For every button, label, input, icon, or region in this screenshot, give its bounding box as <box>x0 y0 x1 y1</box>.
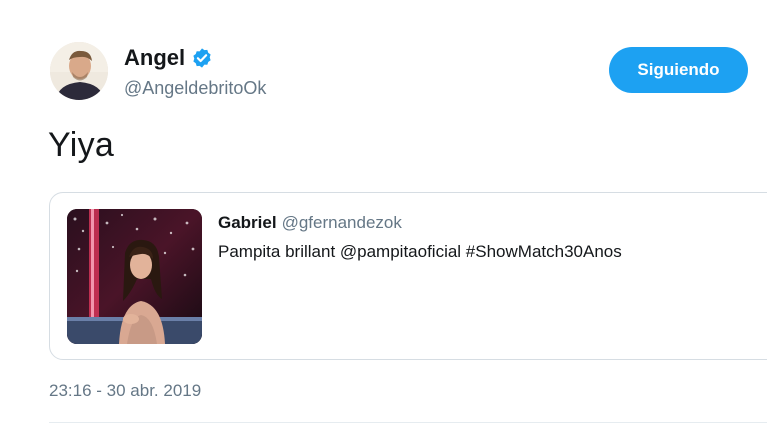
following-button[interactable]: Siguiendo <box>609 47 748 93</box>
quoted-author-name: Gabriel <box>218 213 277 232</box>
author-name-row: Angel <box>124 44 266 72</box>
author-handle[interactable]: @AngeldebritoOk <box>124 78 266 99</box>
quoted-tweet-body: Gabriel @gfernandezok Pampita brillant @p… <box>218 213 622 262</box>
quoted-tweet-text: Pampita brillant @pampitaoficial #ShowMa… <box>218 242 622 261</box>
quoted-author-handle: @gfernandezok <box>281 213 402 232</box>
author-avatar[interactable] <box>50 42 108 100</box>
author-display-name[interactable]: Angel <box>124 45 185 71</box>
quoted-tweet-image[interactable] <box>67 209 202 344</box>
quoted-tweet-header: Gabriel @gfernandezok <box>218 213 622 233</box>
divider <box>49 422 767 423</box>
verified-badge-icon <box>191 47 213 69</box>
tweet-text: Yiya <box>48 126 115 164</box>
tweet-timestamp[interactable]: 23:16 - 30 abr. 2019 <box>49 381 201 401</box>
quoted-tweet-card[interactable]: Gabriel @gfernandezok Pampita brillant @p… <box>49 192 767 360</box>
tweet-card: Angel @AngeldebritoOk Siguiendo Yiya Gab… <box>0 0 767 431</box>
author-info: Angel @AngeldebritoOk <box>124 44 266 99</box>
